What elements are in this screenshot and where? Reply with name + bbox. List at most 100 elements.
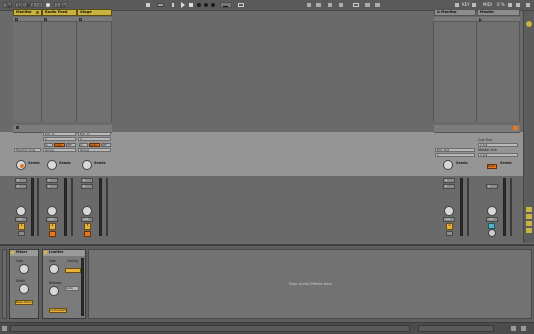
input-type-dropdown[interactable]: Ext. In (78, 132, 111, 136)
volume-value[interactable]: -inf (81, 217, 93, 222)
send-value[interactable]: A (15, 178, 27, 183)
key-map-icon[interactable] (455, 3, 459, 7)
track-fold-icon[interactable] (36, 11, 39, 14)
input-type-dropdown[interactable]: Ext. In (43, 132, 76, 136)
computer-keyboard-icon[interactable] (375, 3, 380, 7)
track-activator-button[interactable]: 3 (84, 223, 91, 230)
arm-record-button[interactable] (49, 231, 56, 237)
monitor-off-button[interactable]: Off (101, 143, 111, 147)
record-icon[interactable] (197, 3, 201, 7)
send-value[interactable]: A (443, 178, 455, 183)
monitor-in-button[interactable]: In (44, 143, 53, 147)
volume-fader[interactable] (37, 178, 39, 236)
output-dropdown[interactable]: Ext. Out (435, 148, 475, 152)
clip-view-icon[interactable] (511, 326, 516, 331)
output-dropdown[interactable]: Group (43, 148, 76, 152)
monitor-auto-button[interactable]: Auto (89, 143, 100, 147)
cue-out-dropdown[interactable]: ii 1/2 (478, 143, 518, 147)
automation-arm-icon[interactable] (211, 3, 215, 7)
release-knob[interactable] (49, 286, 59, 296)
midi-map-icon[interactable] (472, 3, 476, 7)
send-value[interactable]: A (46, 178, 58, 183)
loop-start-icon[interactable] (316, 3, 321, 7)
device-view-icon[interactable] (521, 326, 526, 331)
volume-value[interactable]: -inf (486, 217, 498, 222)
metronome-icon[interactable] (46, 3, 50, 7)
gain-knob[interactable] (19, 264, 29, 274)
stop-clip-icon[interactable] (15, 18, 18, 21)
key-map-label[interactable]: KEY (462, 3, 470, 7)
bass-mono-button[interactable]: Bass Mono (15, 300, 33, 305)
info-view-icon[interactable] (2, 326, 7, 331)
pan-knob[interactable] (82, 206, 92, 216)
track-activator-button[interactable]: A (446, 223, 453, 230)
device-on-icon[interactable] (44, 251, 47, 254)
stop-clip-icon[interactable] (79, 18, 82, 21)
input-channel-dropdown[interactable]: 2 (78, 137, 111, 141)
time-signature-field[interactable]: 4 / 4 (30, 2, 43, 8)
stop-icon[interactable] (189, 3, 193, 7)
send-a-knob[interactable] (47, 160, 57, 170)
view-toggle-icon[interactable] (526, 207, 532, 212)
gain-knob[interactable] (49, 264, 59, 274)
track-header-stage[interactable]: Stage (77, 9, 112, 16)
track-header-master[interactable]: Master (477, 9, 520, 16)
volume-fader[interactable] (71, 178, 73, 236)
pan-value[interactable]: C (486, 184, 498, 189)
position-field[interactable] (157, 3, 164, 7)
loop-quantize-dropdown[interactable]: 1 Bar (54, 2, 68, 8)
output-channel-dropdown[interactable]: 1 (435, 153, 475, 157)
monitor-auto-button[interactable]: Auto (54, 143, 65, 147)
view-toggle-icon[interactable] (526, 221, 532, 226)
overdub-icon[interactable] (204, 3, 208, 7)
volume-fader[interactable] (510, 178, 512, 236)
track-activator-button[interactable]: 2 (49, 223, 56, 230)
pan-value[interactable]: C (15, 184, 27, 189)
scene-column[interactable] (477, 22, 520, 122)
post-button[interactable]: Post (487, 164, 497, 169)
draw-mode-dropdown[interactable] (220, 2, 232, 8)
view-toggle-icon[interactable] (526, 228, 532, 233)
tempo-field[interactable]: 120.00 (15, 2, 31, 8)
loop-icon[interactable] (238, 3, 244, 7)
track-activator-button[interactable]: 1 (18, 223, 25, 230)
zoom-icon[interactable] (365, 3, 370, 7)
pan-knob[interactable] (444, 206, 454, 216)
device-drop-zone[interactable]: Drop Audio Effects Here (88, 249, 532, 319)
volume-fader[interactable] (106, 178, 108, 236)
device-on-icon[interactable] (11, 251, 14, 254)
clip-column[interactable] (434, 22, 477, 122)
track-header-radio-feed[interactable]: Radio Feed (42, 9, 77, 16)
arrangement-position-icon[interactable] (146, 3, 150, 7)
punch-in-icon[interactable] (307, 3, 311, 7)
track-header-a-monitor[interactable]: A Monitor (434, 9, 476, 16)
view-toggle-icon[interactable] (526, 214, 532, 219)
cue-volume-knob[interactable] (488, 229, 496, 237)
solo-button[interactable] (446, 231, 453, 236)
monitor-off-button[interactable]: Off (66, 143, 76, 147)
send-a-knob[interactable] (82, 160, 92, 170)
output-dropdown[interactable]: Group (78, 148, 111, 152)
arm-record-button[interactable] (84, 231, 91, 237)
send-value[interactable]: A (81, 178, 93, 183)
ceiling-slider[interactable] (65, 268, 81, 273)
loop-length-icon[interactable] (339, 3, 343, 7)
lookahead-dropdown[interactable]: Lookahead (49, 308, 67, 313)
empty-track-area[interactable] (112, 22, 434, 122)
monitor-in-button[interactable]: In (79, 143, 88, 147)
play-icon[interactable] (181, 2, 185, 8)
midi-map-label[interactable]: MIDI (483, 3, 492, 7)
overview-icon[interactable] (526, 3, 530, 7)
io-toggle-icon[interactable] (513, 126, 518, 130)
clip-column[interactable] (77, 22, 112, 122)
pan-value[interactable]: C (46, 184, 58, 189)
volume-value[interactable]: -inf (46, 217, 58, 222)
clip-column[interactable] (13, 22, 42, 122)
clip-column[interactable] (42, 22, 77, 122)
pan-knob[interactable] (47, 206, 57, 216)
volume-value[interactable]: -inf (443, 217, 455, 222)
tap-button[interactable]: Tap (3, 2, 12, 8)
input-channel-dropdown[interactable]: 1 (43, 137, 76, 141)
volume-value[interactable]: -inf (15, 217, 27, 222)
stop-clip-icon[interactable] (44, 18, 47, 21)
